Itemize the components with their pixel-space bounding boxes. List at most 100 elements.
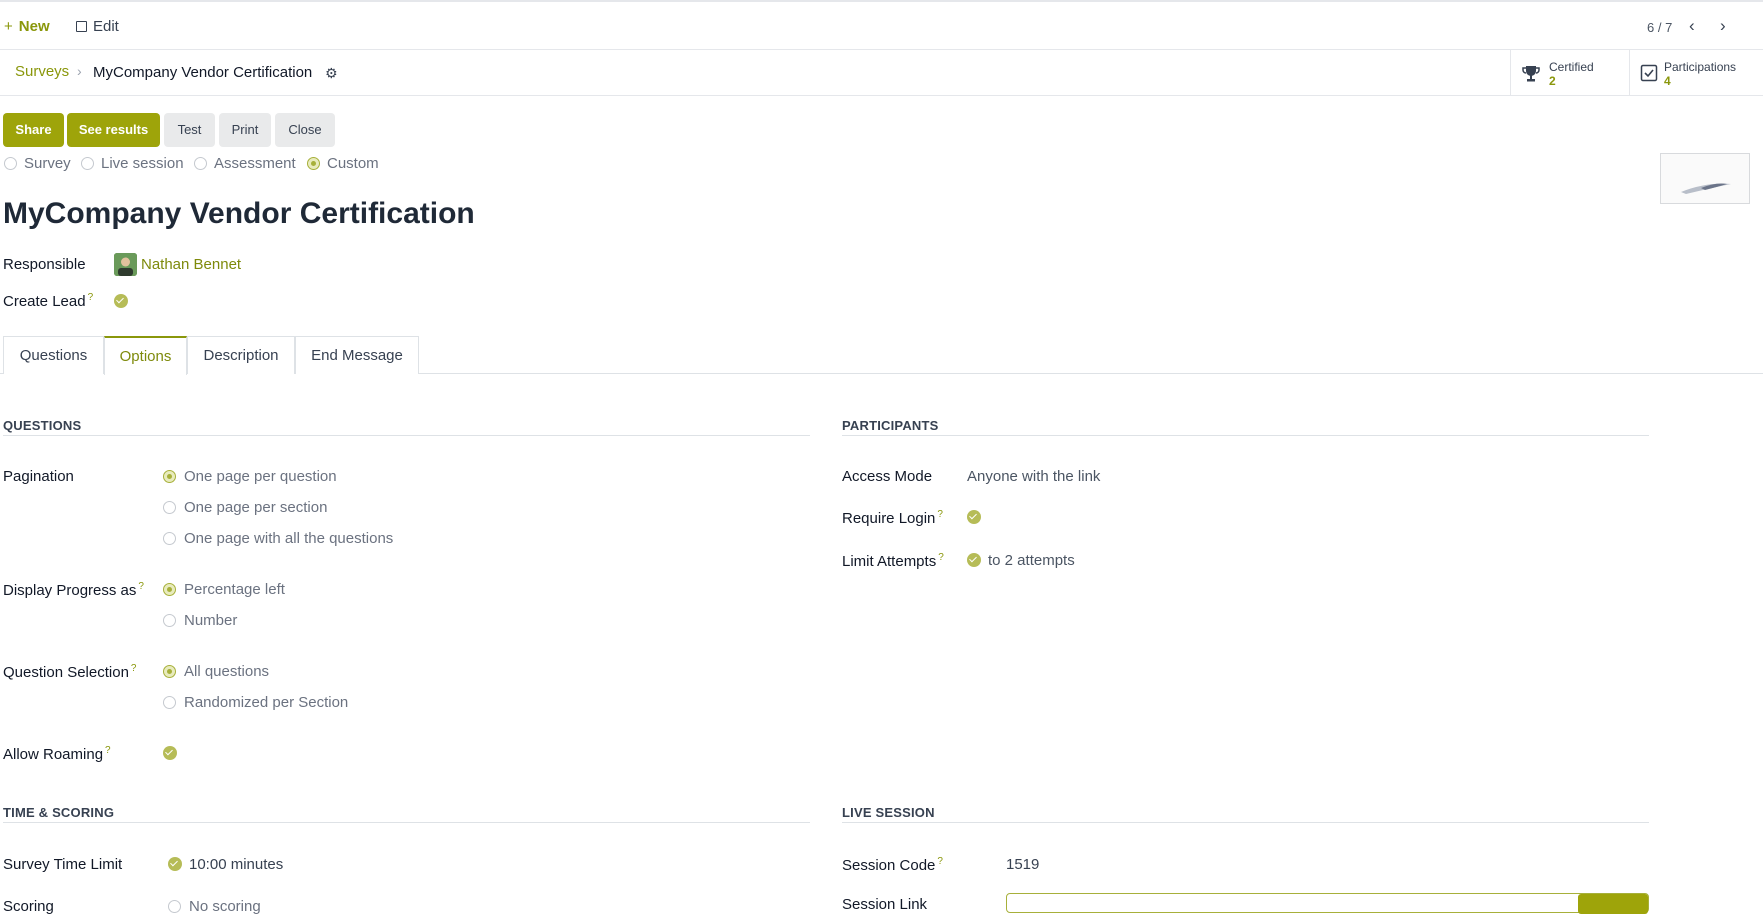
survey-title[interactable]: MyCompany Vendor Certification	[3, 197, 475, 231]
live-session-section-heading: LIVE SESSION	[842, 805, 935, 820]
questions-section-heading: QUESTIONS	[3, 418, 82, 433]
section-divider	[3, 822, 810, 823]
survey-background-image[interactable]	[1660, 153, 1750, 204]
question-selection-label: Question Selection?	[3, 663, 136, 681]
radio-icon	[163, 695, 176, 709]
section-divider	[842, 822, 1649, 823]
question-selection-option[interactable]: All questions	[163, 663, 269, 680]
limit-attempts-checkbox[interactable]	[967, 553, 981, 567]
tab-questions[interactable]: Questions	[3, 336, 104, 374]
radio-selected-icon	[163, 582, 176, 596]
time-limit-value[interactable]: 10:00 minutes	[189, 856, 283, 873]
breadcrumb-surveys-link[interactable]: Surveys	[15, 63, 69, 80]
scoring-option[interactable]: No scoring	[168, 898, 261, 915]
help-icon[interactable]: ?	[138, 581, 144, 592]
new-button-label: New	[18, 18, 50, 35]
radio-icon	[163, 531, 176, 545]
radio-icon	[81, 156, 94, 170]
session-code-value[interactable]: 1519	[1006, 856, 1039, 873]
time-limit-checkbox[interactable]	[168, 857, 182, 871]
survey-type-custom[interactable]: Custom	[307, 155, 379, 172]
participations-stat-button[interactable]: Participations 4	[1629, 50, 1763, 96]
radio-icon	[163, 500, 176, 514]
pagination-label: Pagination	[3, 468, 74, 485]
share-button[interactable]: Share	[3, 113, 64, 147]
help-icon[interactable]: ?	[937, 856, 943, 867]
responsible-label: Responsible	[3, 256, 86, 273]
copy-button[interactable]	[1578, 894, 1648, 914]
edit-icon	[76, 21, 87, 32]
close-button[interactable]: Close	[275, 113, 335, 147]
survey-type-label: Assessment	[214, 155, 296, 172]
session-code-label-text: Session Code	[842, 857, 936, 874]
plus-icon: +	[4, 18, 13, 35]
pagination-option[interactable]: One page with all the questions	[163, 530, 393, 547]
question-selection-option[interactable]: Randomized per Section	[163, 694, 348, 711]
notebook-tabs: Questions Options Description End Messag…	[0, 336, 1763, 375]
test-button[interactable]: Test	[164, 113, 215, 147]
survey-type-label: Live session	[101, 155, 184, 172]
pager-value[interactable]: 6 / 7	[1647, 20, 1672, 35]
radio-selected-icon	[163, 664, 176, 678]
survey-type-survey[interactable]: Survey	[4, 155, 71, 172]
participations-value: 4	[1664, 74, 1671, 88]
progress-label: Display Progress as?	[3, 581, 144, 599]
session-link-field[interactable]	[1006, 893, 1649, 914]
control-panel: + New Edit 6 / 7 ‹ ›	[0, 0, 1763, 50]
radio-icon	[163, 613, 176, 627]
help-icon[interactable]: ?	[938, 552, 944, 563]
radio-icon	[4, 156, 17, 170]
participants-section-heading: PARTICIPANTS	[842, 418, 939, 433]
radio-icon	[194, 156, 207, 170]
survey-type-label: Survey	[24, 155, 71, 172]
pagination-option[interactable]: One page per question	[163, 468, 337, 485]
access-mode-value[interactable]: Anyone with the link	[967, 468, 1100, 485]
trophy-icon	[1522, 66, 1540, 82]
help-icon[interactable]: ?	[105, 745, 111, 756]
new-button[interactable]: + New	[4, 18, 50, 35]
time-scoring-section-heading: TIME & SCORING	[3, 805, 115, 820]
responsible-value[interactable]: Nathan Bennet	[141, 256, 241, 273]
progress-option[interactable]: Number	[163, 612, 237, 629]
help-icon[interactable]: ?	[131, 663, 137, 674]
breadcrumb-current: MyCompany Vendor Certification	[93, 64, 313, 81]
help-icon[interactable]: ?	[937, 509, 943, 520]
create-lead-checkbox[interactable]	[114, 294, 128, 308]
see-results-button[interactable]: See results	[67, 113, 160, 147]
option-label: One page per question	[184, 468, 337, 485]
tab-description[interactable]: Description	[187, 336, 295, 374]
option-label: Number	[184, 612, 238, 629]
survey-type-live-session[interactable]: Live session	[81, 155, 184, 172]
require-login-checkbox[interactable]	[967, 510, 981, 524]
question-selection-label-text: Question Selection	[3, 664, 129, 681]
survey-time-limit-label: Survey Time Limit	[3, 856, 123, 873]
option-label: One page with all the questions	[184, 530, 394, 547]
certified-stat-button[interactable]: Certified 2	[1510, 50, 1629, 96]
progress-option[interactable]: Percentage left	[163, 581, 285, 598]
scoring-label: Scoring	[3, 898, 54, 915]
progress-label-text: Display Progress as	[3, 582, 137, 599]
radio-selected-icon	[307, 156, 320, 170]
gear-icon[interactable]: ⚙	[325, 65, 338, 82]
certified-value: 2	[1549, 74, 1556, 88]
help-icon[interactable]: ?	[88, 292, 94, 303]
limit-attempts-value[interactable]: to 2 attempts	[988, 552, 1075, 569]
require-login-label: Require Login?	[842, 509, 943, 527]
avatar	[114, 253, 137, 276]
section-divider	[3, 435, 810, 436]
tab-options[interactable]: Options	[104, 336, 187, 375]
survey-type-label: Custom	[327, 155, 379, 172]
pager-previous-icon[interactable]: ‹	[1689, 16, 1695, 36]
certified-label: Certified	[1549, 60, 1594, 74]
print-button[interactable]: Print	[219, 113, 271, 147]
create-lead-label: Create Lead?	[3, 292, 93, 310]
edit-button[interactable]: Edit	[76, 18, 119, 35]
tab-end-message[interactable]: End Message	[295, 336, 419, 374]
allow-roaming-checkbox[interactable]	[163, 746, 177, 760]
participations-label: Participations	[1664, 60, 1737, 74]
survey-type-assessment[interactable]: Assessment	[194, 155, 296, 172]
create-lead-label-text: Create Lead	[3, 293, 86, 310]
pager-next-icon[interactable]: ›	[1720, 16, 1726, 36]
pagination-option[interactable]: One page per section	[163, 499, 327, 516]
session-code-label: Session Code?	[842, 856, 943, 874]
